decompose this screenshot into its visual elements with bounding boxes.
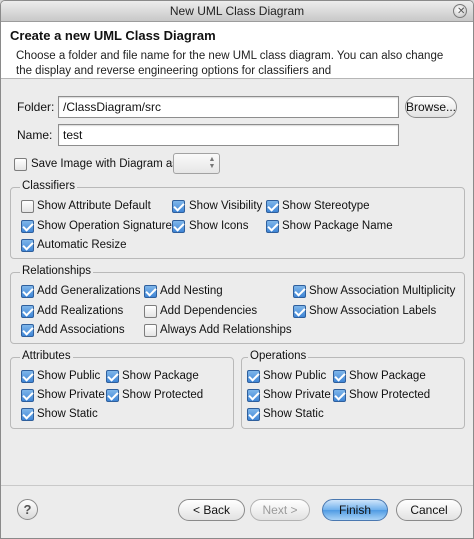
save-image-label: Save Image with Diagram as — [31, 158, 179, 170]
operations-group-title: Operations — [248, 350, 309, 362]
always-add-relationships-checkbox[interactable] — [144, 324, 157, 337]
add-associations-label: Add Associations — [37, 324, 125, 336]
attributes-group-title: Attributes — [20, 350, 73, 362]
show-icons-checkbox[interactable] — [172, 220, 185, 233]
show-package-name-label: Show Package Name — [282, 220, 393, 232]
image-format-select[interactable]: ▲ ▼ — [173, 153, 220, 174]
automatic-resize-checkbox[interactable] — [21, 239, 34, 252]
attributes-show-package-checkbox[interactable] — [106, 370, 119, 383]
browse-button[interactable]: Browse... — [405, 96, 457, 118]
help-icon[interactable]: ? — [17, 499, 38, 520]
name-label: Name: — [17, 128, 53, 142]
finish-button[interactable]: Finish — [322, 499, 388, 521]
add-associations-checkbox[interactable] — [21, 324, 34, 337]
operations-show-package-label: Show Package — [349, 370, 426, 382]
automatic-resize-label: Automatic Resize — [37, 239, 127, 251]
add-nesting-checkbox[interactable] — [144, 285, 157, 298]
operations-show-static-label: Show Static — [263, 408, 324, 420]
operations-show-static-checkbox[interactable] — [247, 408, 260, 421]
name-input[interactable]: test — [58, 124, 399, 146]
operations-show-protected-label: Show Protected — [349, 389, 431, 401]
show-association-multiplicity-label: Show Association Multiplicity — [309, 285, 456, 297]
add-nesting-label: Add Nesting — [160, 285, 223, 297]
operations-show-private-label: Show Private — [263, 389, 331, 401]
add-realizations-checkbox[interactable] — [21, 305, 34, 318]
window-title: New UML Class Diagram — [169, 4, 305, 18]
add-realizations-label: Add Realizations — [37, 305, 124, 317]
show-package-name-checkbox[interactable] — [266, 220, 279, 233]
add-dependencies-label: Add Dependencies — [160, 305, 258, 317]
attributes-show-protected-checkbox[interactable] — [106, 389, 119, 402]
show-visibility-label: Show Visibility — [189, 200, 263, 212]
attributes-show-private-checkbox[interactable] — [21, 389, 34, 402]
show-stereotype-label: Show Stereotype — [282, 200, 370, 212]
attributes-show-public-label: Show Public — [37, 370, 101, 382]
next-button[interactable]: Next > — [250, 499, 310, 521]
show-operation-signature-checkbox[interactable] — [21, 220, 34, 233]
show-visibility-checkbox[interactable] — [172, 200, 185, 213]
add-dependencies-checkbox[interactable] — [144, 305, 157, 318]
relationships-group-title: Relationships — [20, 265, 94, 277]
save-image-checkbox[interactable] — [14, 158, 27, 171]
classifiers-group-title: Classifiers — [20, 180, 78, 192]
attributes-show-protected-label: Show Protected — [122, 389, 204, 401]
folder-input[interactable]: /ClassDiagram/src — [58, 96, 399, 118]
page-description: Choose a folder and file name for the ne… — [16, 50, 444, 77]
title-bar: New UML Class Diagram ✕ — [1, 1, 473, 22]
attributes-show-public-checkbox[interactable] — [21, 370, 34, 383]
attributes-show-static-label: Show Static — [37, 408, 98, 420]
always-add-relationships-label: Always Add Relationships — [160, 324, 292, 336]
show-attribute-default-checkbox[interactable] — [21, 200, 34, 213]
stepper-arrows-icon: ▲ ▼ — [208, 156, 216, 170]
operations-show-protected-checkbox[interactable] — [333, 389, 346, 402]
cancel-button[interactable]: Cancel — [396, 499, 462, 521]
operations-show-package-checkbox[interactable] — [333, 370, 346, 383]
show-attribute-default-label: Show Attribute Default — [37, 200, 151, 212]
operations-show-public-checkbox[interactable] — [247, 370, 260, 383]
operations-show-public-label: Show Public — [263, 370, 327, 382]
close-window-button[interactable]: ✕ — [453, 4, 467, 18]
add-generalizations-label: Add Generalizations — [37, 285, 141, 297]
show-association-labels-label: Show Association Labels — [309, 305, 437, 317]
page-title: Create a new UML Class Diagram — [10, 28, 216, 43]
attributes-show-private-label: Show Private — [37, 389, 105, 401]
back-button[interactable]: < Back — [178, 499, 245, 521]
show-operation-signature-label: Show Operation Signature — [37, 220, 172, 232]
button-bar-separator — [1, 485, 473, 486]
folder-label: Folder: — [17, 100, 55, 114]
close-icon: ✕ — [457, 6, 466, 17]
show-association-multiplicity-checkbox[interactable] — [293, 285, 306, 298]
show-icons-label: Show Icons — [189, 220, 249, 232]
show-association-labels-checkbox[interactable] — [293, 305, 306, 318]
attributes-show-package-label: Show Package — [122, 370, 199, 382]
operations-show-private-checkbox[interactable] — [247, 389, 260, 402]
add-generalizations-checkbox[interactable] — [21, 285, 34, 298]
show-stereotype-checkbox[interactable] — [266, 200, 279, 213]
wizard-header: Create a new UML Class Diagram Choose a … — [1, 22, 473, 79]
attributes-show-static-checkbox[interactable] — [21, 408, 34, 421]
dialog-window: New UML Class Diagram ✕ Create a new UML… — [0, 0, 474, 539]
